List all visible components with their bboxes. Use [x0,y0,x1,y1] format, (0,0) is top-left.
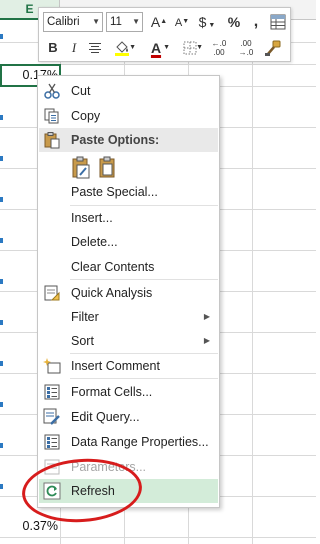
format-as-table-button[interactable] [268,11,288,33]
format-painter-button[interactable] [261,37,285,59]
table-icon [270,14,286,30]
cell-marker [0,156,3,161]
chevron-down-icon: ▼ [92,17,100,26]
borders-button[interactable]: ▼ [176,37,204,59]
insert-comment-icon [43,358,61,374]
increase-decimal-button[interactable]: ←.0.00 [207,37,231,59]
menu-item-label: Edit Query... [71,410,140,424]
menu-item-edit-query[interactable]: Edit Query... [39,405,218,429]
menu-item-label: Data Range Properties... [71,435,209,449]
font-name-value: Calibri [47,16,80,28]
fill-color-button[interactable]: ▼ [107,37,137,59]
grow-font-icon: A [150,14,161,30]
font-size-value: 11 [110,16,122,28]
menu-item-label: Insert... [71,211,113,225]
menu-item-label: Paste Options: [71,133,160,147]
increase-decimal-icon: ←.0.00 [211,39,227,57]
mini-toolbar-row-1: Calibri ▼ 11 ▼ A▲ A▼ $ ▼ % , [39,10,290,35]
cell-marker [0,34,3,39]
chevron-down-icon: ▼ [206,22,216,29]
percent-style-button[interactable]: % [224,11,244,33]
menu-item-delete[interactable]: Delete... [39,230,218,254]
chevron-down-icon: ▼ [129,44,136,51]
menu-item-label: Insert Comment [71,359,160,373]
decrease-decimal-icon: .00 →.0 [238,39,254,57]
menu-item-format-cells[interactable]: Format Cells... [39,380,218,404]
cell-marker [0,361,3,366]
submenu-arrow-icon: ▶ [203,336,210,345]
menu-item-cut[interactable]: Cut [39,79,218,103]
cell-marker [0,484,3,489]
scissors-icon [44,83,60,99]
properties-icon [44,434,60,450]
cell-marker [0,443,3,448]
caret-down-icon: ▼ [182,18,190,25]
borders-icon [183,41,197,55]
submenu-arrow-icon: ▶ [203,312,210,321]
cell-marker [0,279,3,284]
grid-line [0,537,316,538]
grid-line [252,20,253,544]
align-center-icon [89,43,101,53]
menu-item-insert-comment[interactable]: Insert Comment [39,354,218,378]
menu-item-label: Cut [71,84,91,98]
menu-item-label: Clear Contents [71,260,155,274]
menu-item-data-range-properties[interactable]: Data Range Properties... [39,430,218,454]
menu-item-sort[interactable]: Sort ▶ [39,329,218,353]
shrink-font-button[interactable]: A▼ [172,11,192,33]
paste-keep-formatting-icon[interactable] [71,156,91,180]
menu-item-label: Filter [71,310,99,324]
cell-context-menu: Cut Copy Paste Options: Paste Special...… [37,75,220,508]
font-size-dropdown[interactable]: 11 ▼ [106,12,143,32]
comma-style-button[interactable]: , [246,11,266,33]
menu-item-label: Delete... [71,235,118,249]
clipboard-icon [44,132,60,149]
format-painter-icon [265,40,281,56]
cell-marker [0,402,3,407]
copy-icon [44,108,59,124]
cell-marker [0,115,3,120]
caret-up-icon: ▲ [160,18,168,25]
accounting-format-button[interactable]: $ ▼ [194,11,220,33]
bold-icon: B [48,40,58,55]
menu-item-copy[interactable]: Copy [39,104,218,128]
menu-item-label: Quick Analysis [71,286,153,300]
chevron-down-icon: ▼ [163,44,170,51]
chevron-down-icon: ▼ [132,17,140,26]
paste-icon[interactable] [98,156,118,180]
font-color-button[interactable]: A ▼ [141,37,171,59]
menu-item-label: Paste Special... [71,185,158,199]
cell-marker [0,197,3,202]
menu-item-filter[interactable]: Filter ▶ [39,305,218,329]
menu-separator [70,279,218,280]
quick-analysis-icon [44,285,60,301]
cell-marker [0,320,3,325]
italic-button[interactable]: I [64,37,84,59]
menu-item-label: Sort [71,334,94,348]
italic-icon: I [71,40,77,55]
paste-options-header: Paste Options: [39,128,218,152]
edit-query-icon [43,408,60,425]
menu-item-label: Format Cells... [71,385,153,399]
menu-item-clear-contents[interactable]: Clear Contents [39,255,218,279]
center-align-button[interactable] [85,37,105,59]
mini-toolbar-row-2: B I ▼ A ▼ ▼ ←.0 .00 .00 →.0 [39,36,290,61]
menu-item-quick-analysis[interactable]: Quick Analysis [39,281,218,305]
menu-item-label: Copy [71,109,101,123]
grow-font-button[interactable]: A▲ [149,11,169,33]
decrease-decimal-button[interactable]: .00 →.0 [234,37,258,59]
mini-toolbar: Calibri ▼ 11 ▼ A▲ A▼ $ ▼ % , B I ▼ A ▼ ▼… [38,7,291,62]
menu-item-insert[interactable]: Insert... [39,206,218,230]
menu-separator [70,378,218,379]
menu-item-paste-special[interactable]: Paste Special... [39,180,218,204]
comma-icon: , [253,13,259,30]
paste-options-row [39,154,218,182]
chevron-down-icon: ▼ [196,44,203,51]
bold-button[interactable]: B [43,37,63,59]
format-cells-icon [44,384,60,400]
font-name-dropdown[interactable]: Calibri ▼ [43,12,103,32]
percent-icon: % [227,14,241,30]
cell-marker [0,238,3,243]
font-color-icon: A [150,40,162,56]
